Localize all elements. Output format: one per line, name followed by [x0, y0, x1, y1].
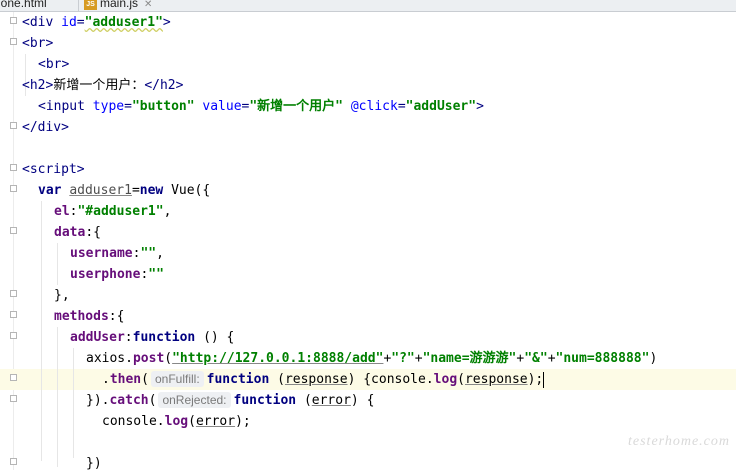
code-line-11: data:{ [54, 225, 101, 240]
text-cursor [543, 371, 545, 388]
editor-tab-bar: hone.html JSmain.js ✕ [0, 0, 736, 12]
code-line-16: addUser:function () { [70, 330, 235, 345]
fold-marker[interactable] [10, 311, 17, 318]
code-line-5: <input type="button" value="新增一个用户" @cli… [38, 99, 484, 114]
code-line-2: <br> [22, 36, 54, 51]
tab-label: main.js [100, 0, 139, 10]
tab-label: hone.html [0, 0, 47, 10]
tab-main-js[interactable]: JS main.js ✕ [84, 0, 152, 11]
code-line-22: }) [86, 456, 102, 471]
fold-marker[interactable] [10, 38, 17, 45]
code-line-20: console.log(error); [102, 414, 251, 429]
indent-guide [73, 348, 74, 458]
code-line-8: <script> [22, 162, 85, 177]
js-file-icon: JS [84, 0, 97, 10]
code-line-17: axios.post("http://127.0.0.1:8888/add"+"… [86, 351, 658, 366]
code-line-14: }, [54, 288, 70, 303]
fold-marker[interactable] [10, 374, 17, 381]
code-line-15: methods:{ [54, 309, 125, 324]
indent-guide [57, 327, 58, 467]
code-line-1: <div id="adduser1"> [22, 15, 171, 30]
close-icon[interactable]: ✕ [144, 0, 152, 10]
watermark: testerhome.com [628, 434, 730, 449]
code-line-3: <br> [38, 57, 70, 72]
fold-marker[interactable] [10, 227, 17, 234]
fold-marker[interactable] [10, 458, 17, 465]
code-line-13: userphone:"" [70, 267, 164, 282]
parameter-hint: onFulfill: [150, 371, 204, 387]
code-line-9: var adduser1=new Vue({ [38, 183, 211, 198]
fold-marker[interactable] [10, 332, 17, 339]
code-line-18: .then(onFulfill: function (response) {con… [102, 371, 545, 388]
code-line-10: el:"#adduser1", [54, 204, 172, 219]
fold-marker[interactable] [10, 17, 17, 24]
code-line-12: username:"", [70, 246, 164, 261]
code-line-19: }).catch(onRejected: function (error) { [86, 392, 375, 408]
indent-guide [41, 201, 42, 461]
fold-marker[interactable] [10, 164, 17, 171]
fold-marker[interactable] [10, 185, 17, 192]
fold-marker[interactable] [10, 395, 17, 402]
fold-marker[interactable] [10, 122, 17, 129]
tab-divider [78, 0, 79, 11]
indent-guide [57, 243, 58, 285]
fold-marker[interactable] [10, 290, 17, 297]
parameter-hint: onRejected: [158, 392, 231, 408]
code-line-6: </div> [22, 120, 69, 135]
tab-html-file[interactable]: hone.html [0, 0, 47, 11]
code-line-4: <h2>新增一个用户：</h2> [22, 78, 184, 93]
